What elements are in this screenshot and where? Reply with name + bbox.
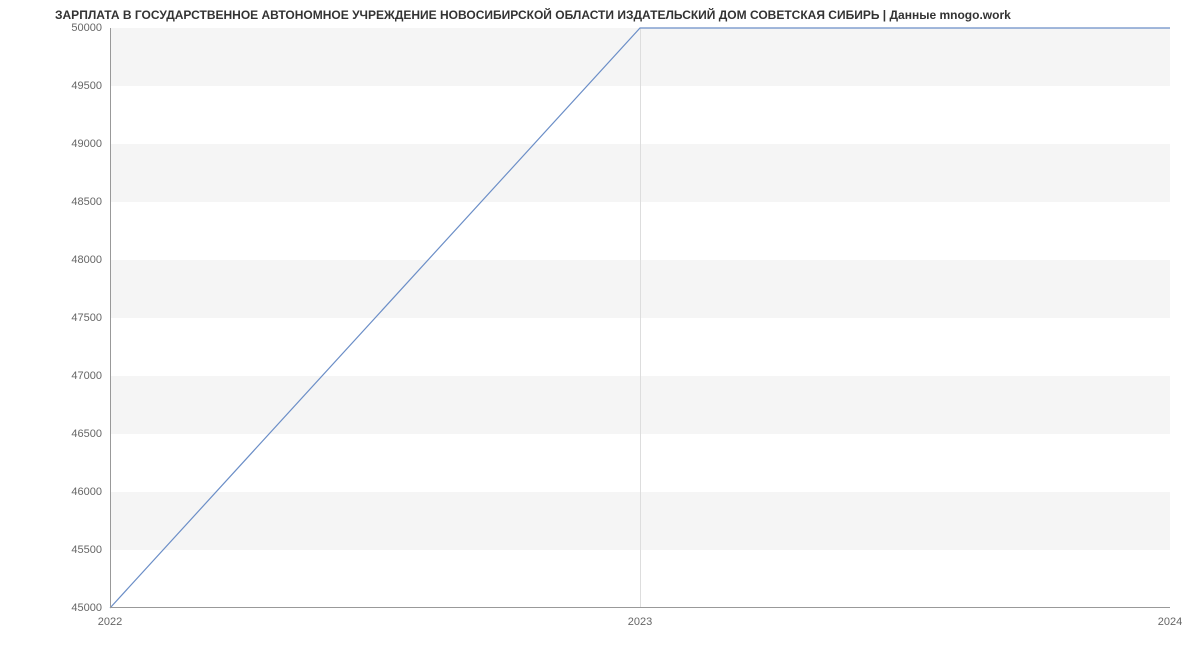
y-axis: 4500045500460004650047000475004800048500… <box>0 28 110 608</box>
chart-title: ЗАРПЛАТА В ГОСУДАРСТВЕННОЕ АВТОНОМНОЕ УЧ… <box>0 0 1200 22</box>
x-tick-label: 2022 <box>98 616 122 628</box>
data-line <box>110 28 1170 608</box>
y-tick-label: 45500 <box>71 544 102 556</box>
y-tick-label: 45000 <box>71 602 102 614</box>
chart-container: ЗАРПЛАТА В ГОСУДАРСТВЕННОЕ АВТОНОМНОЕ УЧ… <box>0 0 1200 650</box>
y-tick-label: 48500 <box>71 196 102 208</box>
y-tick-label: 49000 <box>71 138 102 150</box>
y-tick-label: 46500 <box>71 428 102 440</box>
y-tick-label: 49500 <box>71 80 102 92</box>
y-tick-label: 48000 <box>71 254 102 266</box>
x-axis: 202220232024 <box>110 608 1170 638</box>
x-tick-label: 2023 <box>628 616 652 628</box>
y-tick-label: 47000 <box>71 370 102 382</box>
x-tick-label: 2024 <box>1158 616 1182 628</box>
y-tick-label: 46000 <box>71 486 102 498</box>
y-tick-label: 50000 <box>71 22 102 34</box>
y-tick-label: 47500 <box>71 312 102 324</box>
y-axis-line <box>110 28 111 608</box>
line-chart-svg <box>110 28 1170 608</box>
plot-area <box>110 28 1170 608</box>
